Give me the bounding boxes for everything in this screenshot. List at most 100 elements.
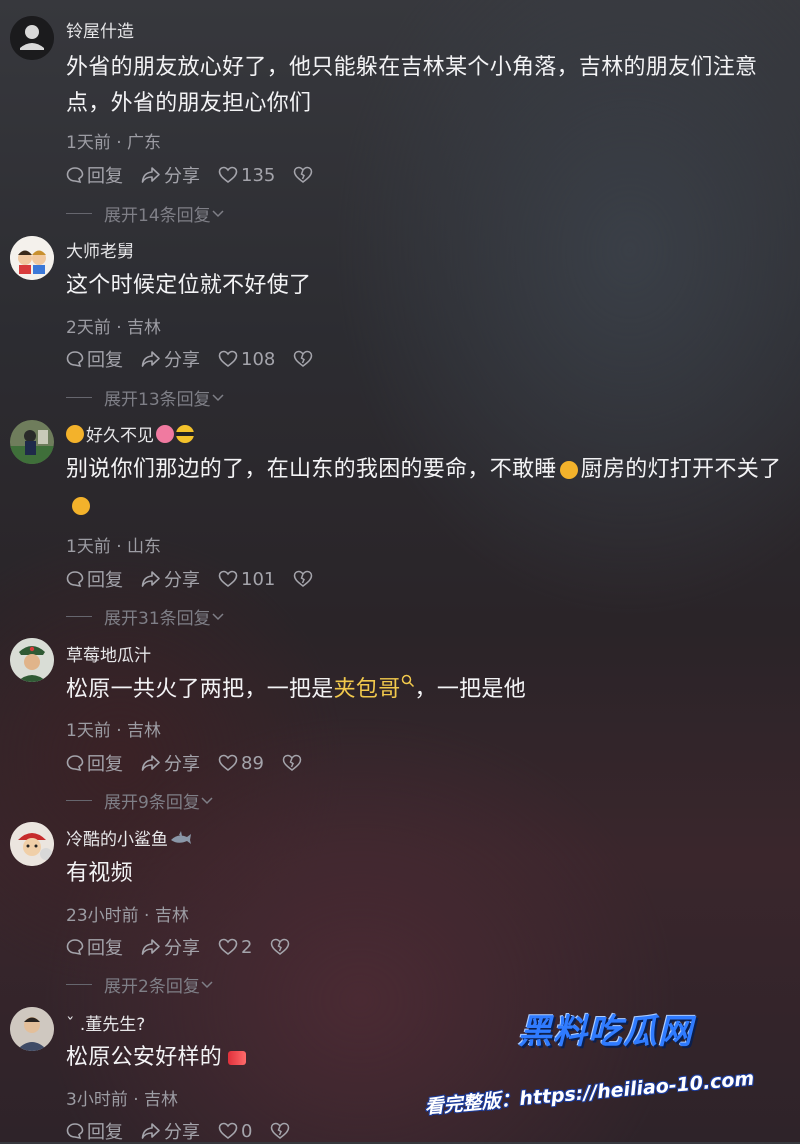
like-button[interactable]: 2 bbox=[218, 937, 252, 958]
share-icon bbox=[141, 755, 160, 771]
comment-actions: 回复 分享 108 bbox=[66, 346, 334, 372]
heart-icon bbox=[218, 570, 238, 588]
like-count: 89 bbox=[241, 752, 264, 774]
kissing-face-icon bbox=[66, 424, 84, 443]
expand-replies[interactable]: 展开9条回复 bbox=[66, 788, 214, 813]
like-count: 108 bbox=[241, 348, 276, 370]
dislike-button[interactable] bbox=[293, 570, 316, 588]
reply-button[interactable]: 回复 bbox=[66, 566, 123, 592]
comment-meta: 1天前 · 吉林 bbox=[66, 721, 162, 741]
divider bbox=[66, 397, 92, 398]
heart-icon bbox=[218, 754, 238, 772]
comment-text: 别说你们那边的了，在山东的我困的要命，不敢睡 厨房的灯打开不关了 bbox=[66, 452, 786, 524]
like-button[interactable]: 108 bbox=[218, 349, 275, 370]
avatar[interactable] bbox=[10, 1007, 54, 1051]
avatar[interactable] bbox=[10, 822, 54, 866]
reply-icon bbox=[66, 351, 84, 368]
heart-icon bbox=[218, 350, 238, 368]
heart-icon bbox=[218, 166, 238, 184]
divider bbox=[66, 984, 92, 985]
avatar[interactable] bbox=[10, 236, 54, 280]
divider bbox=[66, 616, 92, 617]
fire-emoji-icon bbox=[228, 1051, 247, 1065]
bee-icon bbox=[176, 424, 194, 443]
like-count: 101 bbox=[241, 568, 276, 590]
like-button[interactable]: 101 bbox=[218, 569, 275, 590]
share-button[interactable]: 分享 bbox=[141, 162, 200, 188]
like-count: 135 bbox=[241, 164, 276, 186]
comment-username[interactable]: 冷酷的小鲨鱼 bbox=[66, 825, 192, 850]
reply-button[interactable]: 回复 bbox=[66, 934, 123, 960]
comment-actions: 回复 分享 2 bbox=[66, 934, 311, 960]
avatar[interactable] bbox=[10, 16, 54, 60]
reply-icon bbox=[66, 755, 84, 772]
comment-actions: 回复 分享 101 bbox=[66, 566, 334, 592]
comment-text: 有视频 bbox=[66, 861, 133, 886]
share-icon bbox=[141, 571, 160, 587]
broken-heart-icon bbox=[271, 938, 290, 955]
share-button[interactable]: 分享 bbox=[141, 346, 200, 372]
broken-heart-icon bbox=[282, 754, 302, 771]
reply-icon bbox=[66, 571, 84, 588]
reply-button[interactable]: 回复 bbox=[66, 162, 123, 188]
dislike-button[interactable] bbox=[293, 350, 316, 368]
smile-icon bbox=[72, 497, 90, 515]
comment-username[interactable]: 铃屋什造 bbox=[66, 17, 134, 42]
comment-meta: 1天前 · 山东 bbox=[66, 537, 162, 557]
dislike-button[interactable] bbox=[270, 938, 293, 956]
previous-comment-remnant bbox=[0, 0, 800, 6]
dislike-button[interactable] bbox=[293, 166, 316, 184]
comment-text: 这个时候定位就不好使了 bbox=[66, 273, 312, 298]
site-watermark: 黑料吃瓜网 看完整版：https://heiliao-10.com bbox=[420, 1000, 800, 1142]
comment-meta: 1天前 · 广东 bbox=[66, 133, 162, 153]
chevron-down-icon bbox=[212, 612, 224, 620]
comment-text: 外省的朋友放心好了，他只能躲在吉林某个小角落，吉林的朋友们注意点，外省的朋友担心… bbox=[66, 55, 758, 116]
comment-meta: 2天前 · 吉林 bbox=[66, 318, 162, 338]
search-keyword-link[interactable]: 夹包哥 bbox=[334, 677, 401, 702]
broken-heart-icon bbox=[294, 570, 313, 587]
chevron-down-icon bbox=[212, 393, 224, 401]
broken-heart-icon bbox=[294, 166, 313, 183]
reply-icon bbox=[66, 939, 84, 956]
share-button[interactable]: 分享 bbox=[141, 750, 200, 776]
comment-text: 松原一共火了两把，一把是夹包哥 ，一把是他 bbox=[66, 672, 786, 708]
dislike-button[interactable] bbox=[282, 754, 305, 772]
share-button[interactable]: 分享 bbox=[141, 566, 200, 592]
heart-icon bbox=[218, 938, 238, 956]
expand-replies[interactable]: 展开31条回复 bbox=[66, 604, 225, 629]
comment-actions: 回复 分享 89 bbox=[66, 750, 323, 776]
search-icon[interactable] bbox=[401, 674, 415, 688]
reply-button[interactable]: 回复 bbox=[66, 1118, 123, 1144]
chevron-down-icon bbox=[201, 980, 213, 988]
expand-replies[interactable]: 展开14条回复 bbox=[66, 201, 225, 226]
comment-username[interactable]: 好久不见 bbox=[66, 421, 194, 446]
comment-actions: 回复 分享 0 bbox=[66, 1118, 311, 1144]
share-button[interactable]: 分享 bbox=[141, 934, 200, 960]
comment-meta: 23小时前 · 吉林 bbox=[66, 906, 189, 926]
share-icon bbox=[141, 351, 160, 367]
reply-button[interactable]: 回复 bbox=[66, 346, 123, 372]
watermark-title: 黑料吃瓜网 bbox=[518, 1012, 693, 1052]
share-button[interactable]: 分享 bbox=[141, 1118, 200, 1144]
chevron-down-icon bbox=[212, 209, 224, 217]
flower-icon bbox=[156, 424, 174, 443]
heart-icon bbox=[218, 1122, 238, 1140]
avatar[interactable] bbox=[10, 638, 54, 682]
watermark-url: 看完整版：https://heiliao-10.com bbox=[423, 1067, 756, 1119]
expand-replies[interactable]: 展开2条回复 bbox=[66, 972, 214, 997]
expand-replies[interactable]: 展开13条回复 bbox=[66, 385, 225, 410]
comment-username[interactable]: 大师老舅 bbox=[66, 237, 134, 262]
shark-icon bbox=[171, 830, 191, 844]
comment-username[interactable]: ˇ .董先生? bbox=[66, 1010, 145, 1035]
like-count: 2 bbox=[241, 936, 253, 958]
comment-actions: 回复 分享 135 bbox=[66, 162, 334, 188]
like-button[interactable]: 135 bbox=[218, 165, 275, 186]
like-button[interactable]: 0 bbox=[218, 1121, 252, 1142]
dislike-button[interactable] bbox=[270, 1122, 293, 1140]
reply-button[interactable]: 回复 bbox=[66, 750, 123, 776]
comment-username[interactable]: 草莓地瓜汁 bbox=[66, 641, 151, 666]
avatar[interactable] bbox=[10, 420, 54, 464]
like-count: 0 bbox=[241, 1120, 253, 1142]
like-button[interactable]: 89 bbox=[218, 753, 264, 774]
laughing-crying-icon bbox=[559, 461, 578, 479]
